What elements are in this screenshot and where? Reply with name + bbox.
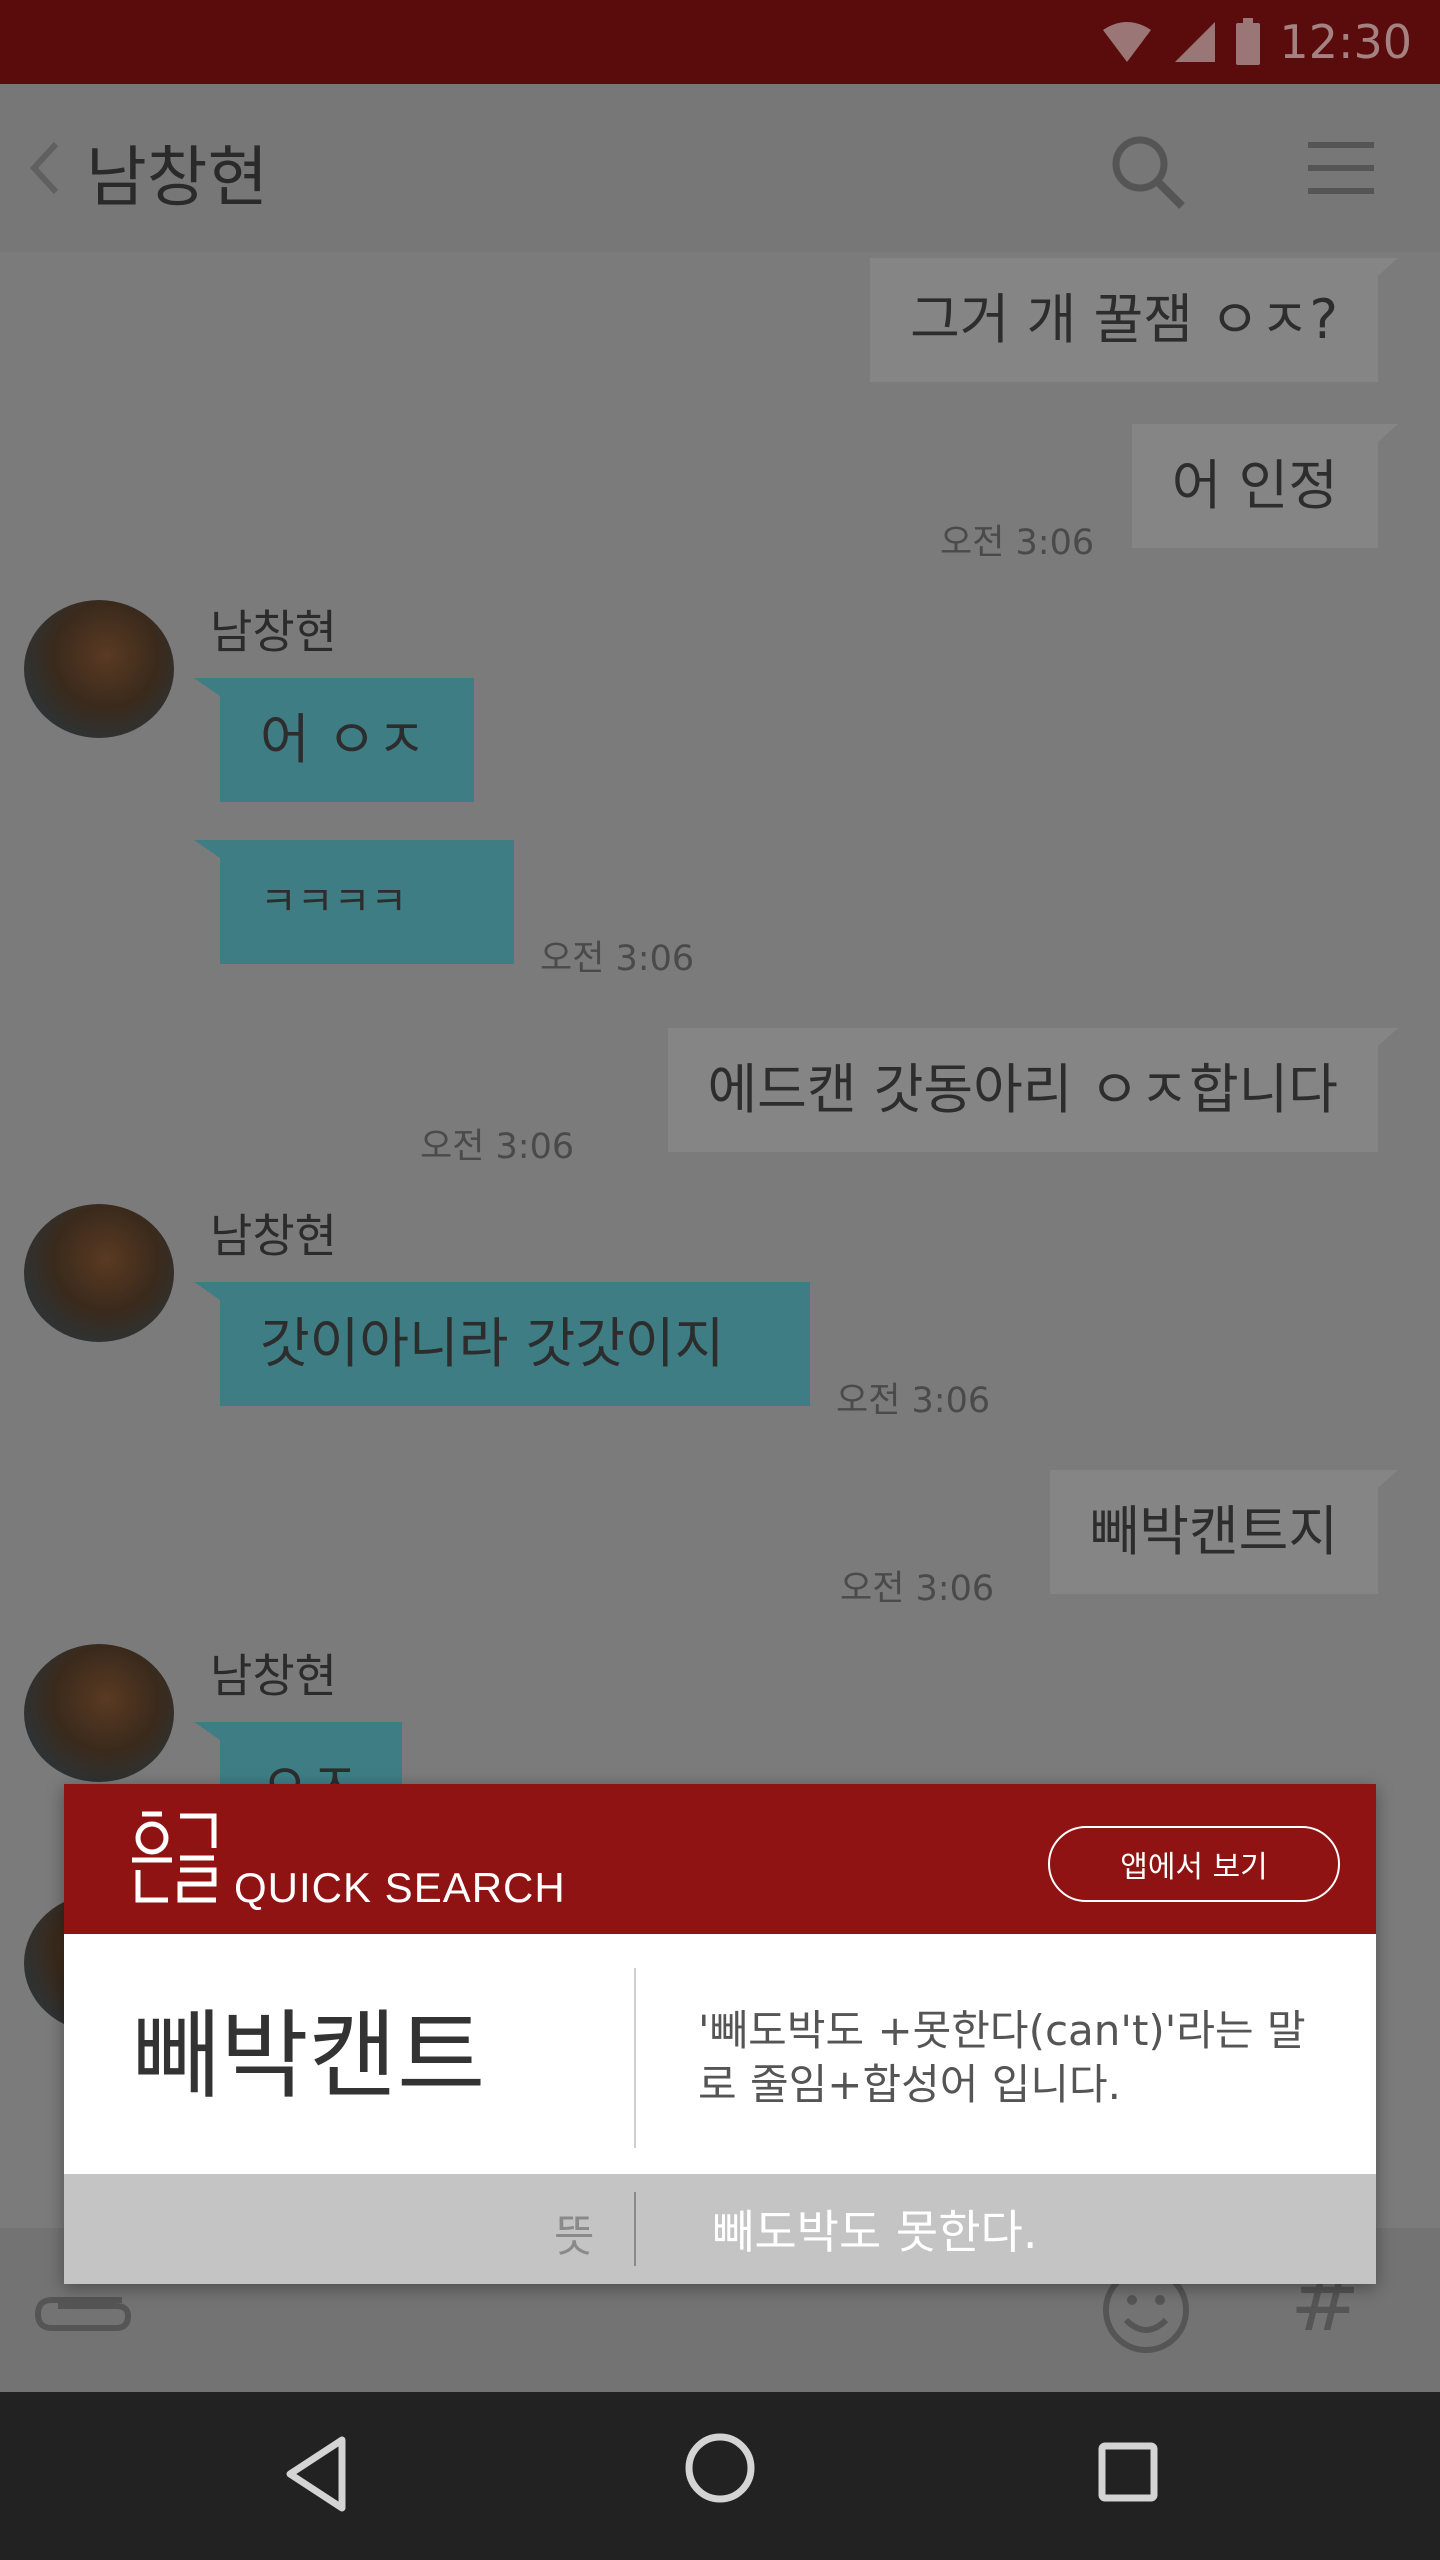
signal-icon (1175, 22, 1216, 62)
sender-name: 남창현 (210, 605, 337, 659)
popup-header: QUICK SEARCH 앱에서 보기 (64, 1784, 1376, 1934)
word-definition: '빼도박도 +못한다(can't)'라는 말로 줄임+합성어 입니다. (698, 2006, 1306, 2109)
nav-back-icon[interactable] (282, 2434, 348, 2514)
message-time: 오전 3:06 (940, 523, 1095, 563)
message-time: 오전 3:06 (836, 1381, 991, 1421)
divider (634, 1968, 636, 2148)
hangul-logo-icon (132, 1811, 217, 1903)
message-bubble-outgoing[interactable]: 그거 개 꿀잼 ㅇㅈ? (870, 258, 1398, 382)
popup-footer: 뜻 빼도박도 못한다. (64, 2174, 1376, 2284)
nav-recents-icon[interactable] (1098, 2442, 1158, 2502)
message-bubble-outgoing[interactable]: 빼박캔트지 (1049, 1470, 1399, 1594)
message-bubble-outgoing[interactable]: 에드캔 갓동아리 ㅇㅈ합니다 (667, 1028, 1398, 1152)
navigation-bar (0, 2392, 1440, 2560)
nav-home-icon[interactable] (684, 2432, 756, 2504)
message-time: 오전 3:06 (420, 1127, 575, 1167)
status-bar: 12:30 (0, 0, 1440, 84)
message-bubble-outgoing[interactable]: 어 인정 (1131, 424, 1399, 548)
avatar[interactable] (24, 600, 174, 738)
sender-name: 남창현 (210, 1649, 337, 1703)
message-time: 오전 3:06 (840, 1569, 995, 1609)
search-word: 빼박캔트 (132, 2000, 486, 2112)
avatar[interactable] (24, 1644, 174, 1782)
message-bubble-incoming[interactable]: 갓이아니라 갓갓이지 (194, 1282, 810, 1406)
meaning-label: 뜻 (554, 2211, 595, 2262)
menu-icon[interactable] (1306, 138, 1376, 198)
battery-icon (1236, 18, 1261, 65)
search-icon[interactable] (1108, 132, 1188, 212)
status-time: 12:30 (1279, 15, 1412, 69)
message-bubble-incoming[interactable]: 어 ㅇㅈ (194, 678, 474, 802)
sender-name: 남창현 (210, 1209, 337, 1263)
wifi-icon (1103, 22, 1152, 62)
quick-search-popup: QUICK SEARCH 앱에서 보기 빼박캔트 '빼도박도 +못한다(can'… (64, 1784, 1376, 2284)
open-in-app-button[interactable]: 앱에서 보기 (1048, 1826, 1340, 1902)
meaning-value: 빼도박도 못한다. (712, 2205, 1038, 2259)
avatar[interactable] (24, 1204, 174, 1342)
popup-body: 빼박캔트 '빼도박도 +못한다(can't)'라는 말로 줄임+합성어 입니다. (64, 1934, 1376, 2174)
chat-header: 남창현 (0, 84, 1440, 254)
back-icon[interactable] (26, 136, 62, 200)
message-time: 오전 3:06 (540, 939, 695, 979)
quick-search-title: QUICK SEARCH (234, 1864, 566, 1911)
chat-title: 남창현 (86, 139, 269, 216)
status-icons: 12:30 (1101, 0, 1412, 84)
attach-icon[interactable] (32, 2280, 132, 2340)
message-bubble-incoming[interactable]: ㅋㅋㅋㅋ (194, 840, 514, 964)
divider (634, 2192, 636, 2266)
